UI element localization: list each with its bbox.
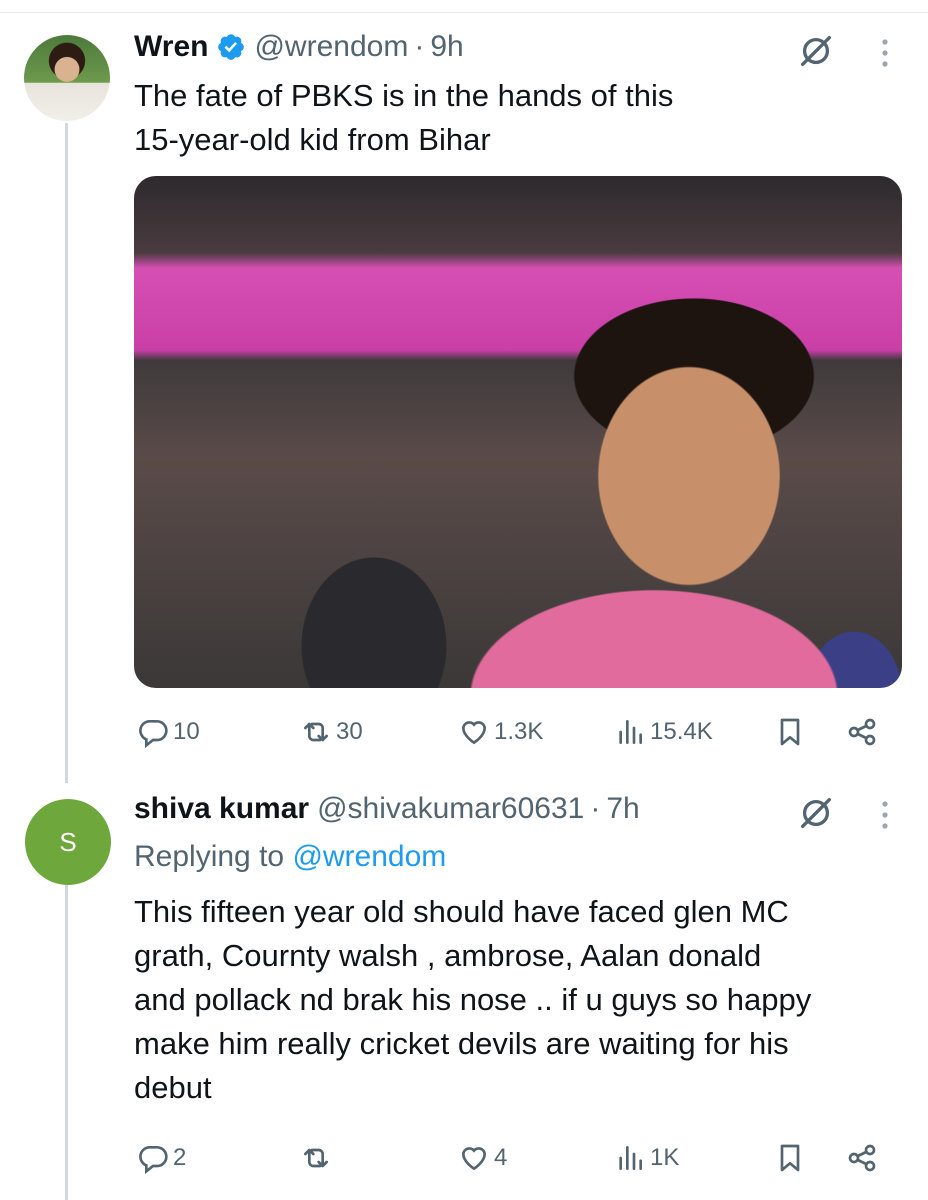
more-icon[interactable] bbox=[880, 800, 890, 830]
reply-author-handle[interactable]: @shivakumar60631 bbox=[317, 792, 584, 826]
tweet-text-line: The fate of PBKS is in the hands of this bbox=[134, 78, 674, 113]
reply-header: shiva kumar @shivakumar60631 · 7h bbox=[134, 792, 640, 826]
reply-button[interactable]: 2 bbox=[137, 1142, 186, 1174]
bookmark-icon bbox=[780, 1144, 800, 1172]
view-count: 15.4K bbox=[650, 718, 713, 745]
like-count: 1.3K bbox=[494, 718, 544, 745]
repost-button[interactable]: 30 bbox=[300, 716, 363, 748]
reply-count: 10 bbox=[173, 718, 200, 745]
author-handle[interactable]: @wrendom bbox=[254, 30, 408, 64]
separator-dot: · bbox=[414, 30, 425, 63]
reply-icon bbox=[139, 720, 168, 748]
reply-text-line: grath, Cournty walsh , ambrose, Aalan do… bbox=[134, 938, 762, 973]
reply-text-line: This fifteen year old should have faced … bbox=[134, 894, 789, 929]
views-icon bbox=[619, 720, 642, 744]
bookmark-button[interactable] bbox=[774, 1142, 806, 1174]
thread-line-continuation bbox=[65, 885, 68, 1200]
share-button[interactable] bbox=[846, 1142, 878, 1174]
bookmark-icon bbox=[780, 718, 800, 746]
reply-text-line: and pollack nd brak his nose .. if u guy… bbox=[134, 982, 812, 1017]
share-button[interactable] bbox=[846, 716, 878, 748]
top-divider bbox=[0, 12, 928, 13]
reply-text-line: debut bbox=[134, 1070, 212, 1105]
page: Wren @wrendom · 9h The fate of PBKS is i… bbox=[0, 0, 928, 1200]
author-name[interactable]: Wren bbox=[134, 30, 208, 64]
share-icon bbox=[848, 1144, 876, 1172]
repost-icon bbox=[304, 1148, 328, 1168]
like-button[interactable]: 1.3K bbox=[458, 716, 543, 748]
replying-to: Replying to @wrendom bbox=[134, 840, 446, 874]
thread-line bbox=[65, 123, 68, 783]
replying-to-label: Replying to bbox=[134, 840, 285, 873]
tweet-time[interactable]: 9h bbox=[430, 30, 463, 64]
reply-text-line: make him really cricket devils are waiti… bbox=[134, 1026, 789, 1061]
tweet-header: Wren @wrendom · 9h bbox=[134, 30, 464, 64]
repost-button[interactable] bbox=[300, 1142, 336, 1174]
shiva-avatar[interactable]: S bbox=[25, 799, 111, 885]
tweet-text: The fate of PBKS is in the hands of this… bbox=[134, 74, 673, 162]
reply-count: 2 bbox=[173, 1144, 187, 1171]
verified-badge-icon bbox=[218, 34, 245, 60]
replying-to-mention[interactable]: @wrendom bbox=[292, 840, 446, 873]
view-count: 1K bbox=[650, 1144, 680, 1171]
separator-dot: · bbox=[590, 792, 601, 825]
reply-button[interactable]: 10 bbox=[137, 716, 200, 748]
repost-icon bbox=[304, 722, 328, 742]
like-icon bbox=[461, 1147, 487, 1171]
views-button[interactable]: 15.4K bbox=[614, 716, 713, 748]
reply-text: This fifteen year old should have faced … bbox=[134, 890, 811, 1110]
reply-icon bbox=[139, 1146, 168, 1174]
more-icon[interactable] bbox=[880, 38, 890, 68]
views-icon bbox=[619, 1146, 642, 1170]
avatar-letter: S bbox=[59, 826, 77, 857]
repost-count: 30 bbox=[336, 718, 363, 745]
reply-time[interactable]: 7h bbox=[606, 792, 639, 826]
share-icon bbox=[848, 718, 876, 746]
grok-icon[interactable] bbox=[797, 794, 835, 832]
like-count: 4 bbox=[494, 1144, 508, 1171]
like-icon bbox=[461, 721, 487, 745]
tweet-media-photo[interactable] bbox=[134, 176, 902, 688]
reply-author-name[interactable]: shiva kumar bbox=[134, 792, 309, 826]
views-button[interactable]: 1K bbox=[614, 1142, 679, 1174]
like-button[interactable]: 4 bbox=[458, 1142, 507, 1174]
bookmark-button[interactable] bbox=[774, 716, 806, 748]
tweet-text-line: 15-year-old kid from Bihar bbox=[134, 122, 491, 157]
wren-avatar[interactable] bbox=[24, 35, 110, 121]
grok-icon[interactable] bbox=[797, 32, 835, 70]
